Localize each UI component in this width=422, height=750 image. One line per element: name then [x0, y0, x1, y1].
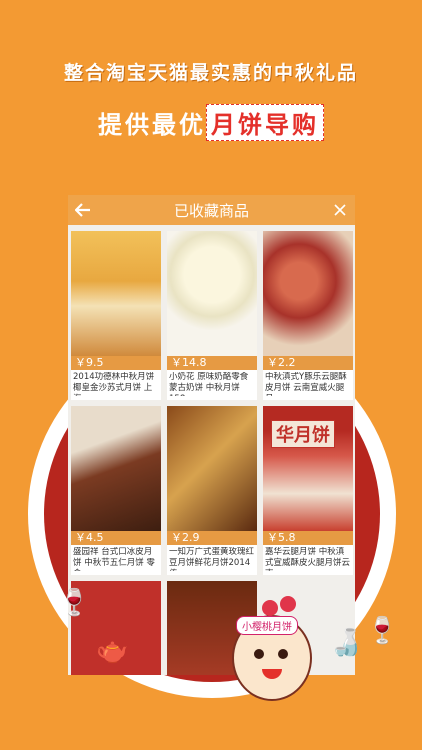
page-title: 已收藏商品: [173, 201, 249, 220]
wine-glass-icon: 🍷: [58, 588, 91, 618]
product-price: ￥14.8: [167, 356, 257, 370]
product-price: ￥9.5: [71, 356, 161, 370]
product-price: ￥4.5: [71, 531, 161, 545]
product-image: [167, 231, 257, 356]
product-image: 华月饼: [263, 406, 353, 531]
mascot-label: 小樱桃月饼: [236, 616, 298, 635]
product-desc: 嘉华云腿月饼 中秋滇式宣威酥皮火腿月饼云南...: [265, 547, 351, 571]
headline-line2-highlight: 月饼导购: [206, 104, 324, 141]
product-desc: 小奶花 原味奶酪零食 蒙古奶饼 中秋月饼158g: [169, 372, 249, 396]
product-price: ￥5.8: [263, 531, 353, 545]
product-grid: ￥9.5 2014功德林中秋月饼 椰皇金沙苏式月饼 上海... ￥14.8 小奶…: [68, 225, 355, 675]
teapot-icon: 🫖: [96, 636, 129, 666]
product-desc: 中秋滇式Y豚乐云腿酥皮月饼 云南宣威火腿月...: [265, 372, 347, 396]
product-price: ￥2.9: [167, 531, 257, 545]
product-image: [263, 231, 353, 356]
product-card[interactable]: ￥2.2 中秋滇式Y豚乐云腿酥皮月饼 云南宣威火腿月...: [263, 231, 353, 400]
mascot-eye: [278, 649, 288, 659]
phone-screen: 已收藏商品 ￥9.5 2014功德林中秋月饼 椰皇金沙苏式月饼 上海... ￥1…: [68, 195, 355, 675]
headline-line2: 提供最优 月饼导购: [0, 104, 422, 141]
product-image: [71, 406, 161, 531]
product-desc: 一知万广式蛋黄玫瑰红豆月饼鲜花月饼2014传...: [169, 547, 255, 571]
product-card[interactable]: ￥14.8 小奶花 原味奶酪零食 蒙古奶饼 中秋月饼158g: [167, 231, 257, 400]
product-image: [167, 406, 257, 531]
product-image: [71, 231, 161, 356]
product-image-stamp: 华月饼: [271, 420, 335, 448]
headline-line2-prefix: 提供最优: [98, 111, 206, 139]
headline-line1: 整合淘宝天猫最实惠的中秋礼品: [63, 62, 358, 84]
top-bar: 已收藏商品: [68, 195, 355, 225]
product-card[interactable]: 华月饼 ￥5.8 嘉华云腿月饼 中秋滇式宣威酥皮火腿月饼云南...: [263, 406, 353, 575]
product-price: ￥2.2: [263, 356, 353, 370]
product-card[interactable]: ￥4.5 盛园祥 台式口冰皮月饼 中秋节五仁月饼 零食...: [71, 406, 161, 575]
wine-bottle-icon: 🍶: [330, 628, 363, 658]
close-icon[interactable]: [325, 195, 355, 225]
product-desc: 2014功德林中秋月饼 椰皇金沙苏式月饼 上海...: [73, 372, 155, 396]
product-card[interactable]: ￥9.5 2014功德林中秋月饼 椰皇金沙苏式月饼 上海...: [71, 231, 161, 400]
product-desc: 盛园祥 台式口冰皮月饼 中秋节五仁月饼 零食...: [73, 547, 155, 571]
mascot-mouth: [262, 669, 282, 679]
wine-glass-icon: 🍷: [366, 616, 399, 646]
cherry-icon: [280, 596, 296, 612]
cherry-icon: [262, 600, 278, 616]
mascot-eye: [254, 649, 264, 659]
product-card[interactable]: ￥2.9 一知万广式蛋黄玫瑰红豆月饼鲜花月饼2014传...: [167, 406, 257, 575]
back-arrow-icon[interactable]: [68, 195, 98, 225]
